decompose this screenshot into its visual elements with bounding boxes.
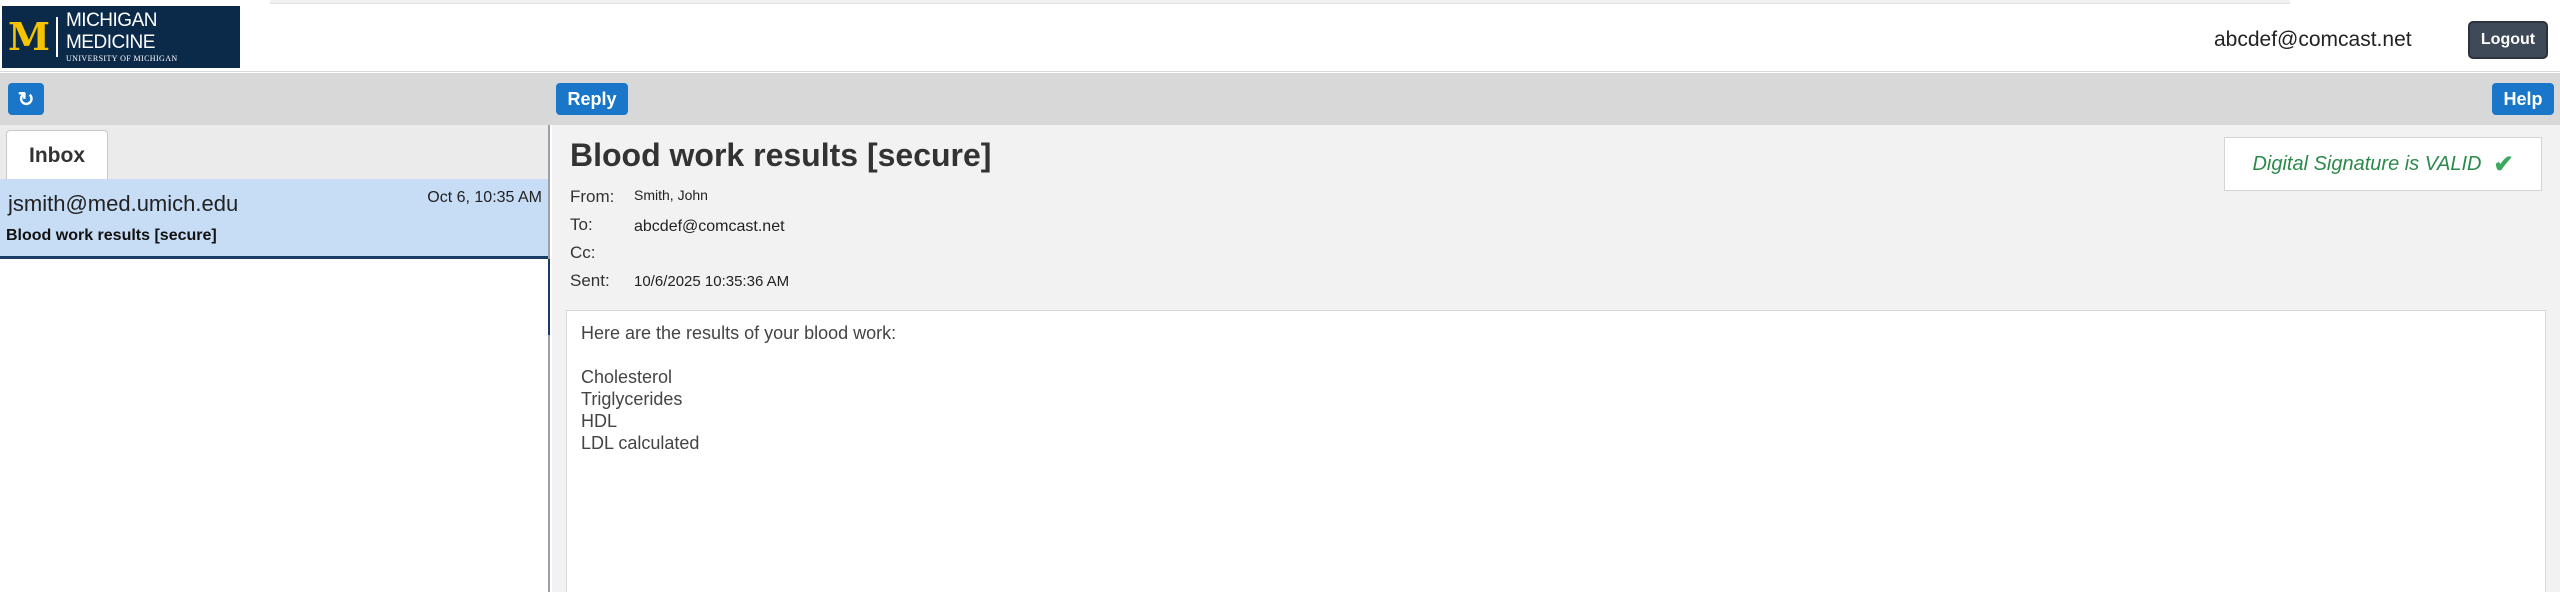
- body-line: Here are the results of your blood work:: [581, 323, 897, 343]
- logo-separator: [56, 17, 58, 57]
- michigan-medicine-logo: M MICHIGAN MEDICINE UNIVERSITY OF MICHIG…: [2, 6, 240, 68]
- user-email: abcdef@comcast.net: [2214, 28, 2412, 51]
- email-subject-title: Blood work results [secure]: [570, 137, 992, 173]
- tab-bar: Inbox: [0, 125, 548, 180]
- body-line: LDL calculated: [581, 433, 700, 453]
- toolbar: ↻ Reply Help: [0, 73, 2560, 125]
- logo-main-text: MICHIGAN MEDICINE: [65, 10, 158, 53]
- from-value: Smith, John: [634, 187, 708, 203]
- message-subject: Blood work results [secure]: [6, 227, 217, 244]
- sent-value: 10/6/2025 10:35:36 AM: [634, 273, 790, 290]
- message-list-panel: Inbox jsmith@med.umich.edu Oct 6, 10:35 …: [0, 125, 550, 592]
- list-item[interactable]: jsmith@med.umich.edu Oct 6, 10:35 AM Blo…: [0, 179, 548, 259]
- reading-pane: Blood work results [secure] From: Smith,…: [552, 125, 2560, 592]
- message-date: Oct 6, 10:35 AM: [427, 189, 542, 206]
- block-m-logo-icon: M: [8, 14, 51, 59]
- from-label: From:: [570, 187, 615, 206]
- tab-inbox[interactable]: Inbox: [6, 130, 108, 180]
- body-line: Triglycerides: [581, 389, 683, 409]
- list-scrollbar[interactable]: [548, 259, 550, 335]
- to-value: abcdef@comcast.net: [634, 218, 785, 235]
- signature-text: Digital Signature is VALID: [2252, 152, 2482, 175]
- logo-text: MICHIGAN MEDICINE UNIVERSITY OF MICHIGAN: [66, 10, 240, 64]
- message-sender: jsmith@med.umich.edu: [8, 191, 239, 216]
- reply-button[interactable]: Reply: [556, 83, 628, 115]
- check-icon: ✔: [2493, 150, 2514, 178]
- body-line: Cholesterol: [581, 367, 673, 387]
- email-body: Here are the results of your blood work:…: [566, 310, 2546, 592]
- body-line: HDL: [581, 411, 618, 431]
- cc-label: Cc:: [570, 243, 596, 262]
- refresh-button[interactable]: ↻: [8, 83, 44, 115]
- logo-sub-text: UNIVERSITY OF MICHIGAN: [65, 54, 178, 63]
- digital-signature-status: Digital Signature is VALID ✔: [2224, 137, 2542, 191]
- logout-button[interactable]: Logout: [2468, 21, 2548, 59]
- refresh-icon: ↻: [17, 88, 35, 111]
- help-button[interactable]: Help: [2492, 83, 2554, 115]
- to-label: To:: [570, 215, 593, 234]
- sent-label: Sent:: [570, 271, 610, 290]
- app-header: M MICHIGAN MEDICINE UNIVERSITY OF MICHIG…: [0, 6, 2560, 72]
- browser-strip: [270, 0, 2290, 4]
